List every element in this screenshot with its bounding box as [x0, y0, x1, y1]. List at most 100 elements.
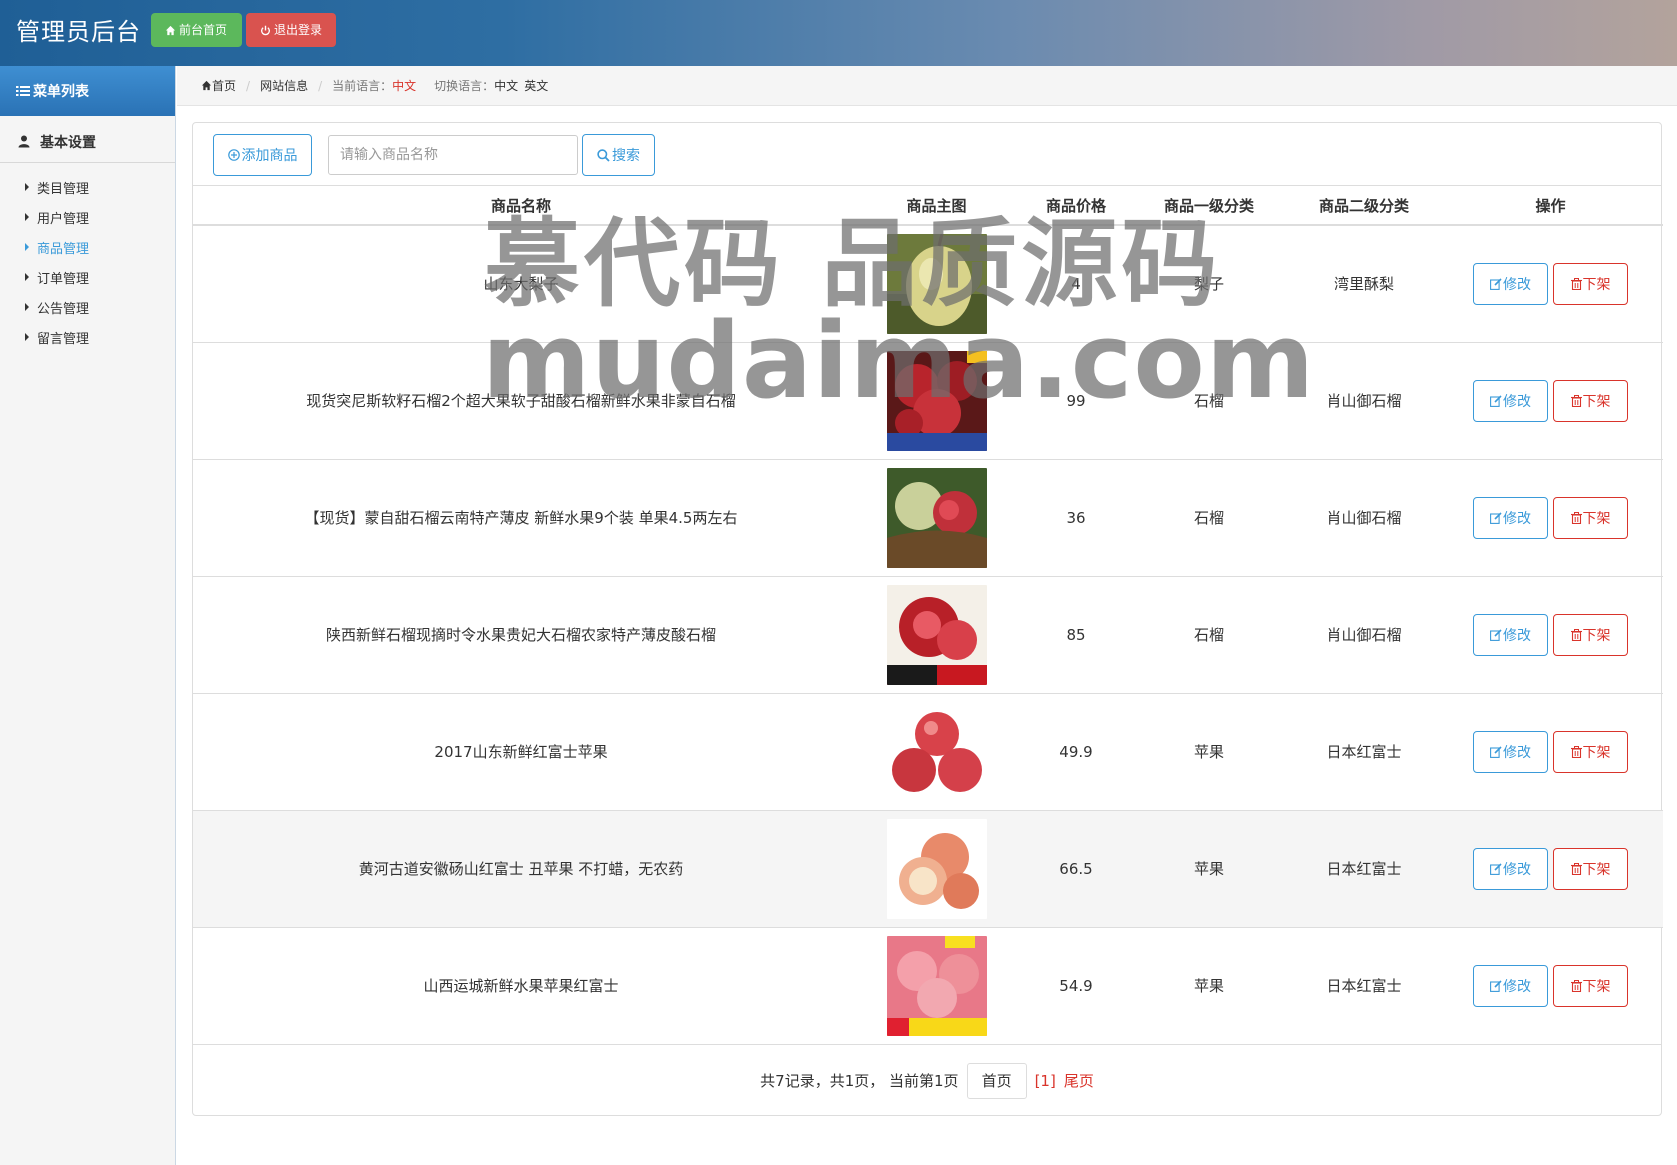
remove-label: 下架 — [1582, 626, 1611, 643]
product-category1: 苹果 — [1128, 809, 1290, 927]
breadcrumb: 首页 / 网站信息 / 当前语言： 中文 切换语言： 中文 英文 — [177, 66, 1677, 106]
trash-icon — [1570, 862, 1582, 875]
sidebar-item-messages[interactable]: 留言管理 — [0, 322, 175, 352]
remove-label: 下架 — [1582, 509, 1611, 526]
current-page-link[interactable]: [1] — [1035, 1072, 1056, 1090]
product-price: 4 — [1024, 224, 1128, 342]
frontend-home-button[interactable]: 前台首页 — [151, 13, 242, 47]
remove-button[interactable]: 下架 — [1553, 964, 1628, 1007]
caret-right-icon — [25, 183, 29, 191]
trash-icon — [1570, 628, 1582, 641]
logout-label: 退出登录 — [274, 23, 323, 37]
table-row: 2017山东新鲜红富士苹果 49.9 苹果 日本红富士 修改 下架 — [193, 692, 1663, 810]
brand-title: 管理员后台 — [16, 18, 141, 46]
home-icon — [165, 25, 176, 35]
product-panel: 添加商品 搜索 商品名称 商品主图 商品价格 商品一级分类 商品二级分类 操作 … — [192, 122, 1663, 1116]
logout-button[interactable]: 退出登录 — [246, 13, 336, 47]
product-price: 54.9 — [1024, 926, 1128, 1044]
edit-button[interactable]: 修改 — [1473, 613, 1548, 656]
top-header: 管理员后台 前台首页 退出登录 — [0, 0, 1677, 66]
product-image-cell — [849, 926, 1024, 1044]
search-button[interactable]: 搜索 — [582, 134, 655, 176]
section-basic-settings[interactable]: 基本设置 — [0, 121, 175, 163]
remove-button[interactable]: 下架 — [1553, 613, 1628, 656]
trash-icon — [1570, 979, 1582, 992]
remove-button[interactable]: 下架 — [1553, 847, 1628, 890]
caret-right-icon — [25, 213, 29, 221]
sidebar-item-users[interactable]: 用户管理 — [0, 202, 175, 232]
edit-button[interactable]: 修改 — [1473, 379, 1548, 422]
product-image-cell — [849, 692, 1024, 810]
language-chinese-link[interactable]: 中文 — [494, 77, 518, 94]
col-header-category1: 商品一级分类 — [1128, 186, 1290, 226]
user-icon — [18, 135, 30, 148]
current-language-value: 中文 — [392, 79, 417, 93]
section-title: 基本设置 — [40, 134, 96, 151]
remove-button[interactable]: 下架 — [1553, 262, 1628, 305]
edit-icon — [1490, 628, 1502, 641]
caret-right-icon — [25, 303, 29, 311]
edit-button[interactable]: 修改 — [1473, 730, 1548, 773]
col-header-image: 商品主图 — [849, 186, 1024, 226]
add-product-button[interactable]: 添加商品 — [213, 134, 312, 176]
product-image-sour-pomegranate — [886, 584, 987, 685]
menu-list: 类目管理 用户管理 商品管理 订单管理 公告管理 留言管理 — [0, 163, 175, 352]
breadcrumb-page[interactable]: 网站信息 — [260, 77, 308, 94]
row-actions: 修改 下架 — [1438, 809, 1663, 927]
sidebar-item-notices[interactable]: 公告管理 — [0, 292, 175, 322]
product-category1: 石榴 — [1128, 341, 1290, 459]
edit-button[interactable]: 修改 — [1473, 964, 1548, 1007]
remove-label: 下架 — [1582, 392, 1611, 409]
edit-icon — [1490, 862, 1502, 875]
breadcrumb-home[interactable]: 首页 — [212, 77, 236, 94]
edit-label: 修改 — [1503, 509, 1531, 526]
product-category2: 湾里酥梨 — [1290, 224, 1438, 342]
product-name: 现货突尼斯软籽石榴2个超大果软子甜酸石榴新鲜水果非蒙自石榴 — [193, 341, 849, 459]
sidebar-item-orders[interactable]: 订单管理 — [0, 262, 175, 292]
remove-button[interactable]: 下架 — [1553, 730, 1628, 773]
search-icon — [597, 148, 610, 162]
power-icon — [260, 25, 271, 35]
product-category1: 苹果 — [1128, 926, 1290, 1044]
remove-label: 下架 — [1582, 860, 1611, 877]
edit-button[interactable]: 修改 — [1473, 496, 1548, 539]
edit-icon — [1490, 278, 1502, 290]
frontend-home-label: 前台首页 — [179, 23, 228, 37]
row-actions: 修改 下架 — [1438, 575, 1663, 693]
product-image-cell — [849, 458, 1024, 576]
product-category2: 日本红富士 — [1290, 809, 1438, 927]
edit-button[interactable]: 修改 — [1473, 847, 1548, 890]
product-category1: 石榴 — [1128, 458, 1290, 576]
pagination-summary: 共7记录，共1页， 当前第1页 — [760, 1072, 959, 1090]
product-price: 36 — [1024, 458, 1128, 576]
edit-button[interactable]: 修改 — [1473, 262, 1548, 305]
remove-button[interactable]: 下架 — [1553, 496, 1628, 539]
remove-button[interactable]: 下架 — [1553, 379, 1628, 422]
product-name-search-input[interactable] — [328, 135, 578, 175]
edit-icon — [1490, 511, 1502, 524]
plus-circle-icon — [227, 149, 240, 161]
row-actions: 修改 下架 — [1438, 926, 1663, 1044]
trash-icon — [1570, 745, 1582, 758]
product-name: 陕西新鲜石榴现摘时令水果贵妃大石榴农家特产薄皮酸石榴 — [193, 575, 849, 693]
sidebar-item-products[interactable]: 商品管理 — [0, 232, 175, 262]
table-header-row: 商品名称 商品主图 商品价格 商品一级分类 商品二级分类 操作 — [193, 186, 1663, 226]
sidebar-item-label: 类目管理 — [37, 181, 90, 197]
product-image-cell — [849, 224, 1024, 342]
product-image-pear — [886, 233, 987, 334]
remove-label: 下架 — [1582, 977, 1611, 994]
table-row: 【现货】蒙自甜石榴云南特产薄皮 新鲜水果9个装 单果4.5两左右 36 石榴 肖… — [193, 458, 1663, 576]
search-label: 搜索 — [612, 147, 640, 163]
product-name: 山西运城新鲜水果苹果红富士 — [193, 926, 849, 1044]
col-header-category2: 商品二级分类 — [1290, 186, 1438, 226]
last-page-link[interactable]: 尾页 — [1064, 1070, 1094, 1091]
edit-icon — [1490, 394, 1502, 407]
sidebar-item-category[interactable]: 类目管理 — [0, 172, 175, 202]
first-page-button[interactable]: 首页 — [966, 1062, 1027, 1099]
language-english-link[interactable]: 英文 — [524, 77, 548, 94]
table-row: 陕西新鲜石榴现摘时令水果贵妃大石榴农家特产薄皮酸石榴 85 石榴 肖山御石榴 修… — [193, 575, 1663, 693]
pagination: 共7记录，共1页， 当前第1页 首页 [1] 尾页 — [193, 1044, 1661, 1116]
edit-label: 修改 — [1503, 743, 1531, 760]
caret-right-icon — [25, 273, 29, 281]
product-category1: 石榴 — [1128, 575, 1290, 693]
